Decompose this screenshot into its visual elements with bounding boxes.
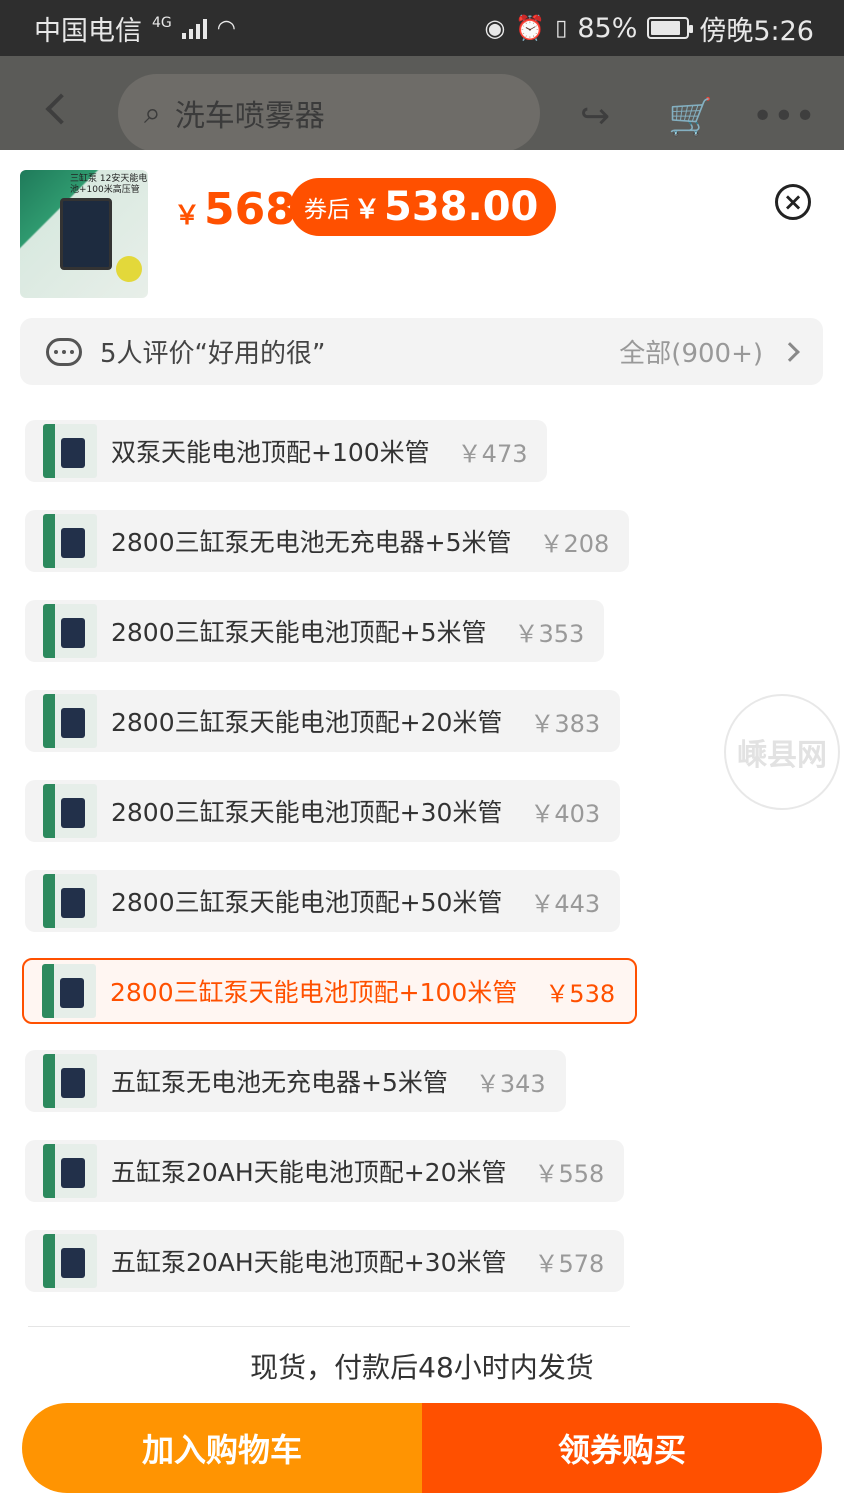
divider: [28, 1326, 630, 1327]
sku-price: ￥473: [457, 439, 528, 468]
carrier-name: 中国电信: [34, 15, 142, 47]
sku-name: 2800三缸泵天能电池顶配+100米管: [110, 978, 518, 1007]
sku-thumbnail: [43, 784, 97, 838]
close-icon[interactable]: ×: [775, 184, 811, 220]
thumbnail-caption: 三缸泵 12安天能电池+100米高压管: [70, 174, 148, 195]
eye-icon: ◉: [484, 14, 506, 42]
coupon-price-badge: 券后 ￥ 538.00: [290, 178, 557, 236]
shipping-note: 现货，付款后48小时内发货: [250, 1351, 594, 1384]
sku-option[interactable]: 五缸泵无电池无充电器+5米管 ￥343: [25, 1050, 566, 1112]
sku-thumbnail: [43, 874, 97, 928]
cart-icon[interactable]: 🛒: [668, 96, 713, 138]
sku-option[interactable]: 五缸泵20AH天能电池顶配+20米管 ￥558: [25, 1140, 625, 1202]
chat-bubble-icon: [46, 337, 82, 366]
sku-name: 双泵天能电池顶配+100米管: [111, 438, 430, 467]
wifi-icon: ◠: [216, 15, 236, 41]
sku-thumbnail: [43, 424, 97, 478]
search-placeholder: 洗车喷雾器: [174, 99, 325, 134]
sku-thumbnail: [42, 964, 96, 1018]
coupon-label: 券后: [304, 197, 350, 223]
sku-option[interactable]: 2800三缸泵天能电池顶配+30米管 ￥403: [25, 780, 621, 842]
alarm-icon: ⏰: [515, 14, 546, 42]
status-bar: 中国电信 4G ◠ ◉ ⏰ ▯ 85% 傍晚5:26: [0, 0, 844, 56]
sku-option[interactable]: 2800三缸泵天能电池顶配+50米管 ￥443: [25, 870, 621, 932]
sku-name: 2800三缸泵无电池无充电器+5米管: [111, 528, 512, 557]
sku-option[interactable]: 双泵天能电池顶配+100米管 ￥473: [25, 420, 548, 482]
sku-option-selected[interactable]: 2800三缸泵天能电池顶配+100米管 ￥538: [22, 958, 638, 1024]
sku-price: ￥558: [534, 1159, 605, 1188]
sku-thumbnail: [43, 1144, 97, 1198]
back-icon[interactable]: [45, 93, 77, 125]
buy-with-coupon-button[interactable]: 领券购买: [422, 1403, 822, 1493]
sku-thumbnail: [43, 1234, 97, 1288]
more-icon[interactable]: •••: [752, 96, 816, 137]
sku-price: ￥343: [475, 1069, 546, 1098]
sku-name: 五缸泵20AH天能电池顶配+20米管: [111, 1158, 507, 1187]
sku-option[interactable]: 2800三缸泵无电池无充电器+5米管 ￥208: [25, 510, 630, 572]
sku-name: 2800三缸泵天能电池顶配+30米管: [111, 798, 503, 827]
status-left: 中国电信 4G ◠: [34, 9, 236, 48]
sku-thumbnail: [43, 604, 97, 658]
search-icon: ⌕: [144, 95, 161, 131]
sku-price: ￥443: [530, 889, 601, 918]
add-to-cart-button[interactable]: 加入购物车: [22, 1403, 422, 1493]
vibrate-icon: ▯: [555, 15, 568, 41]
sku-thumbnail: [43, 694, 97, 748]
sku-price: ￥353: [514, 619, 585, 648]
network-type: 4G: [152, 14, 172, 31]
sku-name: 2800三缸泵天能电池顶配+20米管: [111, 708, 503, 737]
all-reviews-link[interactable]: 全部(900+): [619, 333, 763, 370]
clock: 傍晚5:26: [699, 15, 814, 47]
sku-option[interactable]: 2800三缸泵天能电池顶配+20米管 ￥383: [25, 690, 621, 752]
sku-price: ￥383: [530, 709, 601, 738]
sku-sheet: 三缸泵 12安天能电池+100米高压管 ￥ 568 券后 ￥ 538.00 × …: [0, 150, 844, 1500]
review-summary-bar[interactable]: 5人评价“好用的很” 全部(900+): [20, 318, 823, 385]
sku-thumbnail: [43, 514, 97, 568]
battery-percent: 85%: [577, 12, 638, 44]
currency-symbol: ￥: [174, 201, 201, 231]
battery-fill: [651, 21, 681, 35]
search-bar[interactable]: ⌕ 洗车喷雾器: [118, 74, 540, 152]
sku-option[interactable]: 2800三缸泵天能电池顶配+5米管 ￥353: [25, 600, 605, 662]
battery-icon: [647, 17, 694, 39]
sku-price: ￥403: [530, 799, 601, 828]
sku-name: 五缸泵无电池无充电器+5米管: [111, 1068, 448, 1097]
share-icon[interactable]: ↪: [580, 96, 610, 137]
coupon-price-value: 538.00: [384, 184, 539, 230]
page-header: ⌕ 洗车喷雾器 ↪ 🛒 •••: [0, 56, 844, 152]
review-summary: 5人评价“好用的很”: [100, 339, 326, 369]
sku-price: ￥208: [539, 529, 610, 558]
sku-name: 2800三缸泵天能电池顶配+5米管: [111, 618, 487, 647]
thumbnail-machine: [60, 198, 112, 270]
sku-thumbnail: [43, 1054, 97, 1108]
coupon-currency-symbol: ￥: [354, 194, 381, 225]
sku-option[interactable]: 五缸泵20AH天能电池顶配+30米管 ￥578: [25, 1230, 625, 1292]
sku-name: 2800三缸泵天能电池顶配+50米管: [111, 888, 503, 917]
status-right: ◉ ⏰ ▯ 85% 傍晚5:26: [484, 9, 814, 48]
thumbnail-hose-reel: [116, 256, 142, 282]
product-thumbnail: 三缸泵 12安天能电池+100米高压管: [20, 170, 148, 298]
sku-price: ￥578: [534, 1249, 605, 1278]
chevron-right-icon: [780, 341, 800, 362]
sku-price: ￥538: [545, 979, 616, 1008]
original-price: ￥ 568: [174, 184, 296, 235]
signal-icon: [181, 17, 207, 39]
sku-name: 五缸泵20AH天能电池顶配+30米管: [111, 1248, 507, 1277]
price-value: 568: [204, 184, 296, 235]
